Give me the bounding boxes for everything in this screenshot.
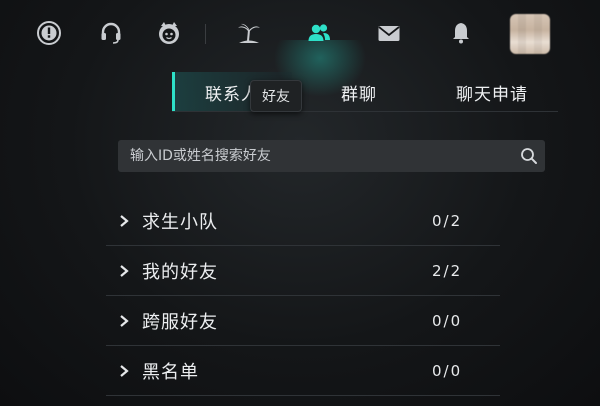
friends-icon[interactable]	[304, 18, 334, 48]
list-item[interactable]: 求生小队 0/2	[106, 196, 500, 246]
friend-group-list: 求生小队 0/2 我的好友 2/2 跨服好友 0/0 黑名单 0/0	[106, 196, 500, 396]
list-item[interactable]: 我的好友 2/2	[106, 246, 500, 296]
alert-icon[interactable]	[34, 18, 64, 48]
tab-chat-requests-label: 聊天申请	[456, 84, 528, 105]
group-count: 0/0	[432, 311, 463, 330]
tab-group-chat-label: 群聊	[341, 84, 377, 105]
group-label: 跨服好友	[142, 311, 218, 333]
chevron-right-icon	[106, 314, 142, 327]
island-icon[interactable]	[234, 18, 264, 48]
group-count: 0/0	[432, 361, 463, 380]
search-icon[interactable]	[513, 140, 545, 172]
nav-divider	[205, 24, 206, 44]
chevron-right-icon	[106, 214, 142, 227]
group-label: 黑名单	[142, 361, 199, 383]
headset-icon[interactable]	[96, 18, 126, 48]
bell-icon[interactable]	[446, 18, 476, 48]
tab-chat-requests[interactable]: 聊天申请	[426, 72, 558, 112]
tab-underline	[172, 111, 558, 112]
tooltip: 好友	[250, 80, 302, 112]
group-label: 求生小队	[142, 211, 218, 233]
top-navigation-bar	[0, 0, 600, 100]
chevron-right-icon	[106, 264, 142, 277]
mascot-icon[interactable]	[154, 18, 184, 48]
chevron-right-icon	[106, 364, 142, 377]
search-bar	[118, 140, 545, 172]
avatar[interactable]	[510, 14, 550, 54]
group-count: 2/2	[432, 261, 463, 280]
tab-group-chat[interactable]: 群聊	[292, 72, 426, 112]
contact-tabs: 联系人 群聊 聊天申请	[172, 72, 558, 112]
list-item[interactable]: 黑名单 0/0	[106, 346, 500, 396]
mail-icon[interactable]	[374, 18, 404, 48]
list-item[interactable]: 跨服好友 0/0	[106, 296, 500, 346]
group-label: 我的好友	[142, 261, 218, 283]
tooltip-text: 好友	[262, 89, 290, 105]
group-count: 0/2	[432, 211, 463, 230]
search-input[interactable]	[118, 140, 513, 172]
